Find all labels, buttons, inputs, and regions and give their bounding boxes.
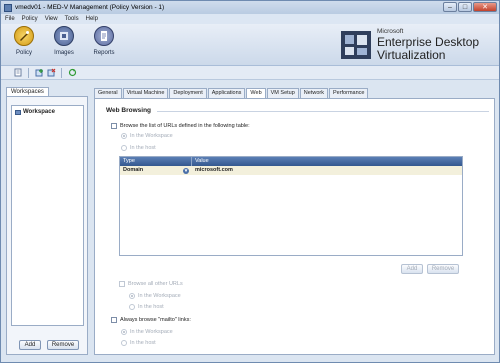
add-workspace-button[interactable]: Add — [19, 340, 41, 350]
section-divider — [157, 111, 489, 112]
type-value: Domain — [123, 167, 144, 173]
add-workspace-icon[interactable] — [34, 68, 44, 78]
policy-icon — [14, 26, 34, 46]
tab-applications[interactable]: Applications — [207, 88, 246, 98]
mailto-in-workspace-radio[interactable]: In the Workspace — [121, 329, 173, 335]
add-url-button[interactable]: Add — [401, 264, 423, 274]
web-settings-panel: Web Browsing Browse the list of URLs def… — [94, 98, 495, 355]
medv-logo-icon — [341, 31, 371, 59]
radio-dot — [121, 133, 127, 139]
radio-dot — [121, 329, 127, 335]
radio-dot — [129, 304, 135, 310]
all-in-workspace-radio[interactable]: In the Workspace — [129, 293, 181, 299]
radio-label: In the Workspace — [138, 293, 181, 299]
url-table[interactable]: Type Value Domain ▾ microsoft.com — [119, 156, 463, 256]
images-icon — [54, 26, 74, 46]
mailto-label: Always browse "mailto" links: — [120, 317, 191, 323]
toolbar-separator — [28, 67, 29, 78]
radio-label: In the Workspace — [130, 133, 173, 139]
brand-line2: Virtualization — [377, 48, 446, 62]
refresh-icon[interactable] — [67, 68, 77, 78]
mailto-checkbox[interactable]: Always browse "mailto" links: — [111, 317, 191, 323]
menu-help[interactable]: Help — [86, 16, 98, 22]
reports-label: Reports — [93, 50, 115, 56]
all-in-host-radio[interactable]: In the host — [129, 304, 164, 310]
tab-deployment[interactable]: Deployment — [169, 88, 207, 98]
radio-label: In the host — [130, 340, 156, 346]
close-button[interactable]: ✕ — [473, 2, 497, 12]
list-in-host-radio[interactable]: In the host — [121, 145, 156, 151]
chevron-down-icon[interactable]: ▾ — [183, 167, 189, 174]
tab-network[interactable]: Network — [299, 88, 328, 98]
product-brand: Microsoft Enterprise Desktop Virtualizat… — [341, 27, 497, 63]
checkbox-box — [111, 317, 117, 323]
type-cell[interactable]: Domain ▾ — [120, 166, 192, 175]
radio-label: In the host — [138, 304, 164, 310]
workspace-icon — [15, 109, 21, 115]
radio-dot — [121, 340, 127, 346]
brand-line1: Enterprise Desktop — [377, 35, 480, 49]
reports-icon — [94, 26, 114, 46]
tree-item-workspace[interactable]: Workspace — [15, 109, 55, 115]
value-cell[interactable]: microsoft.com — [192, 166, 233, 175]
images-button[interactable]: Images — [49, 26, 79, 56]
browse-all-checkbox[interactable]: Browse all other URLs — [119, 281, 183, 287]
column-type[interactable]: Type — [120, 157, 192, 166]
policy-label: Policy — [15, 50, 32, 56]
menu-tools[interactable]: Tools — [65, 16, 79, 22]
delete-workspace-icon[interactable] — [46, 68, 56, 78]
toolbar — [1, 66, 499, 80]
checkbox-box — [111, 123, 117, 129]
policy-button[interactable]: Policy — [9, 26, 39, 56]
browse-all-label: Browse all other URLs — [128, 281, 183, 287]
reports-button[interactable]: Reports — [89, 26, 119, 56]
browse-list-label: Browse the list of URLs defined in the f… — [120, 123, 250, 129]
workspaces-panel: Workspace Add Remove — [6, 96, 88, 355]
tab-general[interactable]: General — [94, 88, 122, 98]
window-title: vmedv01 - MED-V Management (Policy Versi… — [15, 4, 165, 11]
list-in-workspace-radio[interactable]: In the Workspace — [121, 133, 173, 139]
radio-dot — [129, 293, 135, 299]
title-bar: vmedv01 - MED-V Management (Policy Versi… — [1, 1, 499, 14]
remove-workspace-button[interactable]: Remove — [47, 340, 79, 350]
menu-view[interactable]: View — [45, 16, 58, 22]
radio-label: In the host — [130, 145, 156, 151]
tab-performance[interactable]: Performance — [328, 88, 369, 98]
column-value[interactable]: Value — [192, 157, 462, 166]
maximize-button[interactable]: □ — [458, 2, 472, 12]
tab-vm-setup[interactable]: VM Setup — [266, 88, 299, 98]
radio-dot — [121, 145, 127, 151]
table-header: Type Value — [120, 157, 462, 166]
minimize-button[interactable]: – — [443, 2, 457, 12]
workspace-tree[interactable]: Workspace — [11, 105, 84, 326]
properties-icon[interactable] — [13, 68, 23, 78]
menu-bar: File Policy View Tools Help — [1, 14, 499, 24]
checkbox-box — [119, 281, 125, 287]
menu-policy[interactable]: Policy — [22, 16, 38, 22]
images-label: Images — [54, 50, 74, 56]
mailto-in-host-radio[interactable]: In the host — [121, 340, 156, 346]
ribbon: Policy Images Reports Microsoft Enterpri — [1, 24, 499, 66]
app-window: vmedv01 - MED-V Management (Policy Versi… — [0, 0, 500, 363]
table-row[interactable]: Domain ▾ microsoft.com — [120, 166, 462, 175]
section-title: Web Browsing — [106, 107, 152, 114]
tab-virtual-machine[interactable]: Virtual Machine — [122, 88, 169, 98]
radio-label: In the Workspace — [130, 329, 173, 335]
browse-list-checkbox[interactable]: Browse the list of URLs defined in the f… — [111, 123, 250, 129]
app-icon — [4, 3, 12, 12]
menu-file[interactable]: File — [5, 16, 15, 22]
tree-item-label: Workspace — [23, 109, 55, 115]
brand-company: Microsoft — [377, 28, 404, 35]
toolbar-separator — [61, 67, 62, 78]
remove-url-button[interactable]: Remove — [427, 264, 459, 274]
